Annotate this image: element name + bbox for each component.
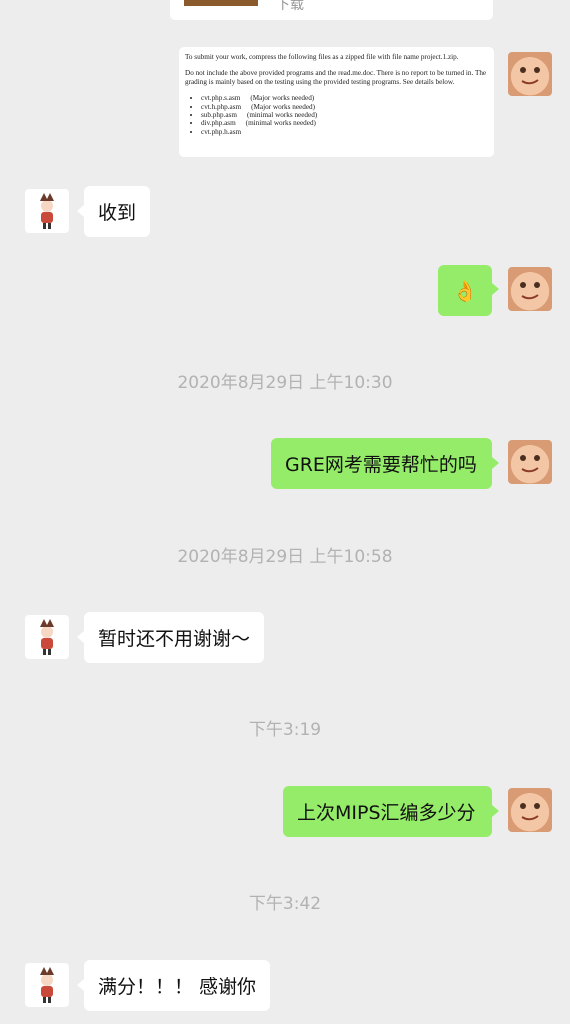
message-bubble-incoming[interactable]: 满分！！！ 感谢你 xyxy=(84,960,271,1011)
message-text: 满分！！！ 感谢你 xyxy=(98,976,257,998)
file-card-label: 下载 xyxy=(276,0,304,13)
file-thumbnail xyxy=(184,0,258,6)
bubble-tail xyxy=(492,457,499,469)
timestamp: 下午3:42 xyxy=(248,894,322,914)
bubble-tail xyxy=(77,979,84,991)
doc-paragraph-2: Do not include the above provided progra… xyxy=(185,69,487,86)
bubble-tail xyxy=(492,283,499,295)
message-bubble-outgoing[interactable]: 👌 xyxy=(438,265,492,316)
self-avatar[interactable] xyxy=(508,788,552,832)
top-file-card[interactable]: 下载 xyxy=(170,0,493,20)
bubble-tail xyxy=(492,805,499,817)
doc-file-item: sub.php.asm(minimal works needed) xyxy=(201,111,488,119)
document-image-message[interactable]: To submit your work, compress the follow… xyxy=(179,47,494,157)
contact-avatar[interactable] xyxy=(25,615,69,659)
timestamp: 2020年8月29日 上午10:58 xyxy=(177,547,393,567)
message-bubble-outgoing[interactable]: GRE网考需要帮忙的吗 xyxy=(271,438,492,489)
message-bubble-incoming[interactable]: 收到 xyxy=(84,186,151,237)
doc-paragraph-1: To submit your work, compress the follow… xyxy=(185,53,459,61)
contact-avatar[interactable] xyxy=(25,189,69,233)
doc-file-list: cvt.php.s.asm(Major works needed) cvt.h.… xyxy=(185,94,488,136)
message-text: 收到 xyxy=(98,202,137,224)
message-text: GRE网考需要帮忙的吗 xyxy=(285,454,477,476)
timestamp: 下午3:19 xyxy=(248,720,322,740)
bubble-tail xyxy=(77,205,84,217)
self-avatar[interactable] xyxy=(508,440,552,484)
message-text: 上次MIPS汇编多少分 xyxy=(297,802,476,824)
timestamp: 2020年8月29日 上午10:30 xyxy=(177,373,393,393)
message-bubble-incoming[interactable]: 暂时还不用谢谢～ xyxy=(84,612,265,663)
doc-file-item: cvt.php.s.asm(Major works needed) xyxy=(201,94,488,102)
self-avatar[interactable] xyxy=(508,52,552,96)
doc-file-item: cvt.h.php.asm(Major works needed) xyxy=(201,103,488,111)
ok-hand-emoji-icon: 👌 xyxy=(452,278,478,303)
self-avatar[interactable] xyxy=(508,267,552,311)
message-bubble-outgoing[interactable]: 上次MIPS汇编多少分 xyxy=(283,786,492,837)
message-text: 暂时还不用谢谢～ xyxy=(98,628,251,650)
contact-avatar[interactable] xyxy=(25,963,69,1007)
bubble-tail xyxy=(77,631,84,643)
doc-file-item: div.php.asm(minimal works needed) xyxy=(201,119,488,127)
doc-file-item: cvt.php.h.asm xyxy=(201,128,488,136)
